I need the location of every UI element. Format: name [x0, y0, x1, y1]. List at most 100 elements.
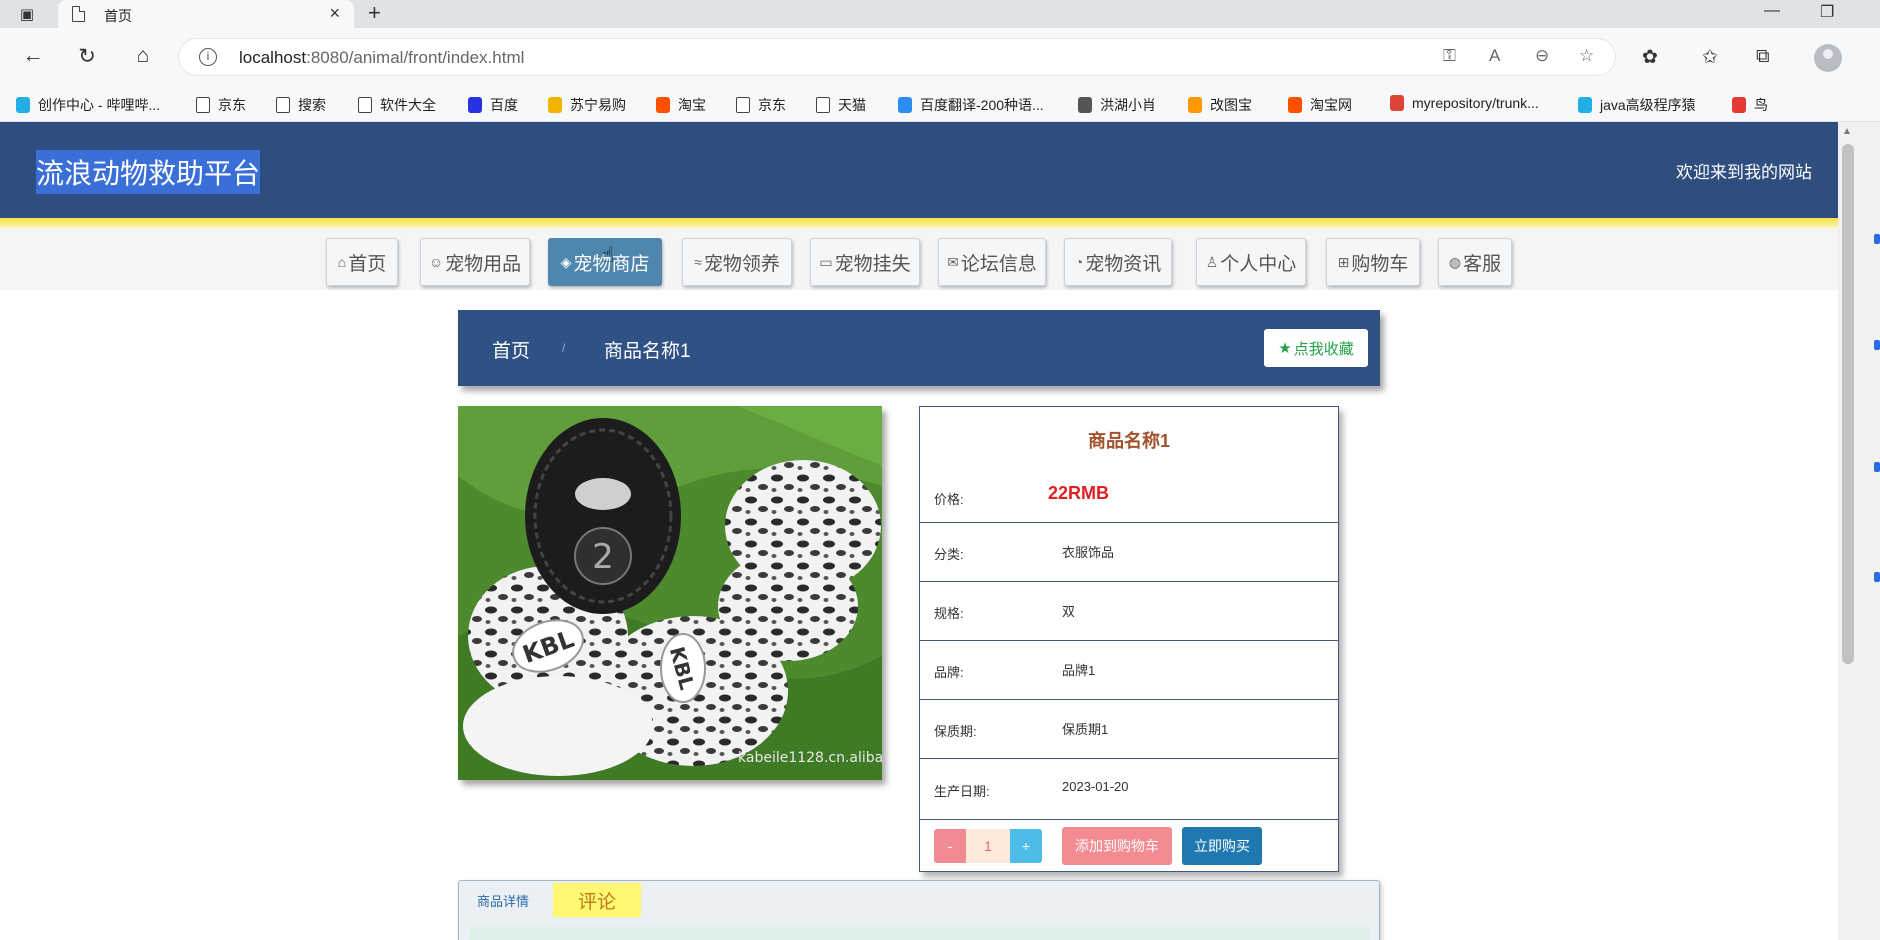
attribute-label: 分类: [934, 547, 964, 562]
web-page: 流浪动物救助平台 欢迎来到我的网站 ⌂ 首页 ☺ 宠物用品 ◈ 宠物商店 ≈ 宠物领养 ▭ 宠物挂… [0, 122, 1838, 940]
url-field[interactable]: i localhost:8080/animal/front/index.html… [178, 38, 1616, 76]
bookmark-item[interactable]: 搜索 [276, 95, 326, 115]
refresh-icon[interactable]: ↻ [74, 44, 100, 69]
bookmark-item[interactable]: 创作中心 - 哔哩哔... [16, 95, 160, 115]
bookmark-label: 改图宝 [1210, 97, 1252, 113]
minimize-icon[interactable]: — [1764, 2, 1780, 20]
bookmark-item[interactable]: 苏宁易购 [548, 95, 626, 115]
nav-item[interactable]: ◍ 客服 [1438, 238, 1512, 286]
star-icon: ★ [1278, 340, 1292, 357]
tab-comments[interactable]: 评论 [553, 883, 641, 917]
quantity-plus-button[interactable]: + [1010, 829, 1042, 863]
attribute-value: 品牌1 [1062, 663, 1096, 678]
add-to-cart-button[interactable]: 添加到购物车 [1062, 827, 1172, 865]
read-aloud-icon[interactable]: A [1489, 46, 1500, 66]
favorite-add-icon[interactable]: ☆ [1579, 46, 1594, 66]
site-header: 流浪动物救助平台 欢迎来到我的网站 [0, 122, 1838, 218]
breadcrumb: 首页 / 商品名称1 ★ 点我收藏 [458, 310, 1380, 386]
page-icon [816, 97, 830, 113]
sidebar-edge-marker [1874, 234, 1880, 244]
collect-label: 点我收藏 [1293, 340, 1354, 358]
product-image: 2 KBL KBL kabeile1128.cn.alibaba.c [458, 406, 882, 780]
tab-content [469, 927, 1369, 940]
nav-item[interactable]: ⌂ 首页 [326, 238, 398, 286]
bookmark-item[interactable]: 洪湖小肖 [1078, 95, 1156, 115]
nav-label: 客服 [1463, 253, 1502, 275]
price-row: 价格: 22RMB [920, 407, 1338, 523]
back-icon[interactable]: ← [20, 44, 46, 68]
taobao-icon [656, 97, 670, 113]
bookmark-item[interactable]: 京东 [736, 95, 786, 115]
translate-icon [898, 97, 912, 113]
nav-item[interactable]: ⊞ 购物车 [1326, 238, 1420, 286]
browser-tab-bar: ▣ 首页 × + — ❐ [0, 0, 1880, 28]
avatar[interactable] [1814, 44, 1842, 72]
bookmark-item[interactable]: 百度 [468, 95, 518, 115]
chrome-icon [1390, 95, 1404, 111]
bookmark-item[interactable]: 软件大全 [358, 95, 436, 115]
close-tab-icon[interactable]: × [329, 3, 340, 24]
nav-item[interactable]: ✉ 论坛信息 [938, 238, 1046, 286]
new-tab-icon[interactable]: + [368, 0, 381, 26]
bookmark-item[interactable]: 鸟 [1732, 95, 1768, 115]
nav-item[interactable]: ≈ 宠物领养 [682, 238, 792, 286]
bookmark-item[interactable]: 京东 [196, 95, 246, 115]
page-scrollbar[interactable]: ▲ [1838, 122, 1880, 940]
nav-label: 宠物领养 [703, 253, 780, 275]
quantity-minus-button[interactable]: - [934, 829, 966, 863]
bookmark-item[interactable]: 淘宝 [656, 95, 706, 115]
zoom-out-icon[interactable]: ⊖ [1535, 46, 1549, 66]
url-text[interactable]: localhost:8080/animal/front/index.html [239, 48, 524, 68]
tab-actions-icon[interactable]: ▣ [16, 5, 38, 23]
bookmark-item[interactable]: 淘宝网 [1288, 95, 1352, 115]
favorites-icon[interactable]: ✩ [1702, 46, 1718, 69]
nav-item[interactable]: ◔ 宠物资讯 [1064, 238, 1172, 286]
header-divider [0, 218, 1838, 228]
welcome-text: 欢迎来到我的网站 [1676, 163, 1812, 182]
attribute-label: 品牌: [934, 665, 964, 680]
info-icon[interactable]: i [199, 48, 217, 66]
nav-item[interactable]: ♙ 个人中心 [1196, 238, 1306, 286]
nav-label: 首页 [348, 253, 387, 275]
bookmark-label: 京东 [218, 97, 246, 113]
bookmark-label: 淘宝 [678, 97, 706, 113]
nav-item[interactable]: ☺ 宠物用品 [420, 238, 530, 286]
scroll-up-icon[interactable]: ▲ [1842, 126, 1852, 137]
suning-icon [548, 97, 562, 113]
bookmark-item[interactable]: myrepository/trunk... [1390, 95, 1539, 111]
page-icon [736, 97, 750, 113]
attribute-row: 分类: 衣服饰品 [920, 523, 1338, 582]
bookmark-item[interactable]: 天猫 [816, 95, 866, 115]
breadcrumb-home[interactable]: 首页 [492, 336, 530, 363]
browser-tab[interactable]: 首页 × [58, 0, 354, 28]
bookmark-item[interactable]: java高级程序猿 [1578, 95, 1696, 115]
home-icon[interactable]: ⌂ [130, 44, 156, 68]
extensions-icon[interactable]: ✿ [1642, 46, 1658, 69]
bookmark-label: 百度 [490, 97, 518, 113]
bookmark-label: 洪湖小肖 [1100, 97, 1156, 113]
restore-icon[interactable]: ❐ [1820, 2, 1834, 22]
book-icon: ▭ [819, 253, 833, 270]
nav-label: 购物车 [1351, 253, 1409, 275]
price-value: 22RMB [1048, 483, 1110, 503]
tab-product-detail[interactable]: 商品详情 [477, 891, 529, 910]
bookmark-item[interactable]: 百度翻译-200种语... [898, 95, 1044, 115]
nav-label: 论坛信息 [960, 253, 1037, 275]
bookmark-item[interactable]: 改图宝 [1188, 95, 1252, 115]
sidebar-edge-marker [1874, 572, 1880, 582]
nav-item[interactable]: ▭ 宠物挂失 [810, 238, 920, 286]
key-icon[interactable]: ⚿ [1443, 46, 1456, 66]
quantity-input[interactable]: 1 [966, 829, 1010, 863]
mouse-cursor-icon: ☝ [601, 242, 615, 267]
buy-now-button[interactable]: 立即购买 [1182, 827, 1262, 865]
scrollbar-thumb[interactable] [1842, 144, 1854, 664]
user-icon: ♙ [1205, 253, 1219, 270]
page-icon [72, 6, 85, 22]
bird-icon [1732, 97, 1746, 113]
collections-icon[interactable]: ⧉ [1756, 46, 1770, 68]
clock-icon: ◔ [1074, 254, 1084, 270]
bookmark-label: 软件大全 [380, 97, 436, 113]
collect-button[interactable]: ★ 点我收藏 [1264, 329, 1368, 367]
attribute-label: 生产日期: [934, 784, 990, 799]
bookmarks-bar: 创作中心 - 哔哩哔... 京东 搜索 软件大全 百度 苏宁易购 淘宝 京东 天猫 百度翻译-20… [0, 88, 1880, 122]
